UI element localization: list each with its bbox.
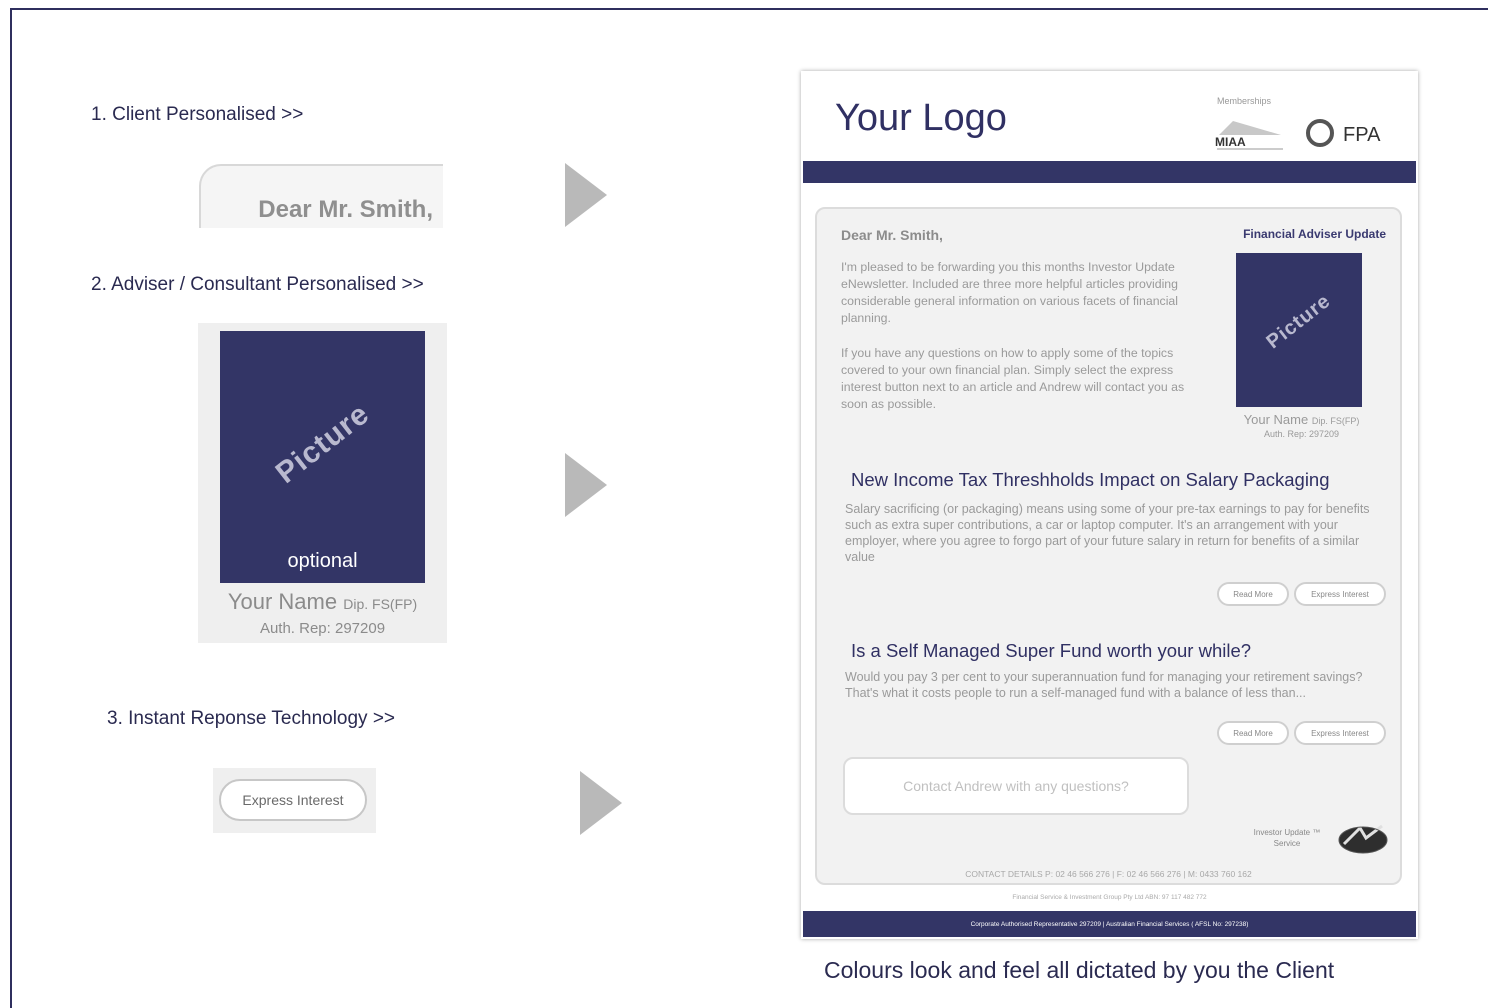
intro-paragraph-2: If you have any questions on how to appl… bbox=[841, 346, 1185, 411]
step-3-label: 3. Instant Reponse Technology >> bbox=[107, 708, 396, 729]
adviser-name: Your Name bbox=[1243, 412, 1309, 427]
picture-label: Picture bbox=[269, 397, 376, 491]
miaa-logo: MIAA bbox=[1215, 111, 1285, 153]
adviser-picture-placeholder: Picture optional bbox=[220, 331, 425, 583]
adviser-auth-rep: Auth. Rep: 297209 bbox=[259, 620, 386, 637]
article-1-text: Salary sacrificing (or packaging) means … bbox=[845, 502, 1370, 564]
article-1-express-interest-button[interactable]: Express Interest bbox=[1294, 582, 1386, 606]
client-greeting-sample: Dear Mr. Smith, bbox=[199, 164, 443, 228]
footer-bar: Corporate Authorised Representative 2972… bbox=[803, 911, 1416, 937]
arrow-right-icon bbox=[565, 453, 607, 517]
company-line: Financial Service & Investment Group Pty… bbox=[1012, 894, 1207, 901]
express-interest-button[interactable]: Express Interest bbox=[219, 779, 367, 821]
service-line-1: Investor Update ™ bbox=[1253, 828, 1321, 837]
picture-label: Picture bbox=[1262, 290, 1335, 354]
step-1-label: 1. Client Personalised >> bbox=[91, 104, 304, 125]
header-bar bbox=[803, 161, 1416, 183]
article-1-title[interactable]: New Income Tax Threshholds Impact on Sal… bbox=[851, 469, 1330, 491]
adviser-qualification: Dip. FS(FP) bbox=[1311, 416, 1360, 426]
optional-label: optional bbox=[287, 550, 358, 572]
investor-update-logo-icon bbox=[1336, 820, 1390, 856]
caption: Colours look and feel all dictated by yo… bbox=[824, 957, 1335, 983]
logo-placeholder: Your Logo bbox=[835, 97, 1007, 139]
article-2-text: Would you pay 3 per cent to your superan… bbox=[845, 670, 1363, 700]
adviser-name-line: Your Name Dip. FS(FP) bbox=[198, 589, 447, 615]
adviser-qualification: Dip. FS(FP) bbox=[343, 596, 418, 612]
service-label: Investor Update ™ Service bbox=[1237, 827, 1337, 849]
adviser-picture: Picture bbox=[1236, 253, 1362, 407]
adviser-name: Your Name bbox=[227, 589, 338, 614]
fpa-logo: FPA bbox=[1306, 119, 1396, 155]
arrow-right-icon bbox=[580, 771, 622, 835]
adviser-card-sample: Picture optional Your Name Dip. FS(FP) A… bbox=[198, 323, 447, 643]
instant-response-sample: Express Interest bbox=[213, 768, 376, 833]
step-2-label: 2. Adviser / Consultant Personalised >> bbox=[91, 274, 424, 295]
newsletter-adviser-auth: Auth. Rep: 297209 bbox=[1263, 429, 1340, 439]
service-line-2: Service bbox=[1273, 839, 1301, 848]
fpa-ring-icon bbox=[1306, 119, 1334, 147]
newsletter-preview: Your Logo Memberships MIAA FPA Dear Mr. … bbox=[801, 71, 1418, 939]
newsletter-adviser-name: Your Name Dip. FS(FP) bbox=[1219, 412, 1384, 427]
update-title: Financial Adviser Update bbox=[1243, 227, 1386, 241]
fpa-text: FPA bbox=[1343, 124, 1381, 146]
contact-details: CONTACT DETAILS P: 02 46 566 276 | F: 02… bbox=[965, 869, 1252, 879]
miaa-text: MIAA bbox=[1215, 135, 1246, 149]
article-1-read-more-button[interactable]: Read More bbox=[1217, 582, 1289, 606]
arrow-right-icon bbox=[565, 163, 607, 227]
newsletter-body: Dear Mr. Smith, Financial Adviser Update… bbox=[815, 207, 1402, 885]
article-2-read-more-button[interactable]: Read More bbox=[1217, 721, 1289, 745]
article-2-express-interest-button[interactable]: Express Interest bbox=[1294, 721, 1386, 745]
memberships-label: Memberships bbox=[1217, 96, 1272, 106]
intro-paragraph-1: I'm pleased to be forwarding you this mo… bbox=[841, 260, 1178, 325]
client-greeting-text: Dear Mr. Smith, bbox=[258, 196, 433, 223]
article-2-title[interactable]: Is a Self Managed Super Fund worth your … bbox=[851, 640, 1251, 662]
newsletter-greeting: Dear Mr. Smith, bbox=[841, 227, 943, 243]
footer-text: Corporate Authorised Representative 2972… bbox=[970, 920, 1249, 928]
contact-adviser-button[interactable]: Contact Andrew with any questions? bbox=[843, 757, 1189, 815]
